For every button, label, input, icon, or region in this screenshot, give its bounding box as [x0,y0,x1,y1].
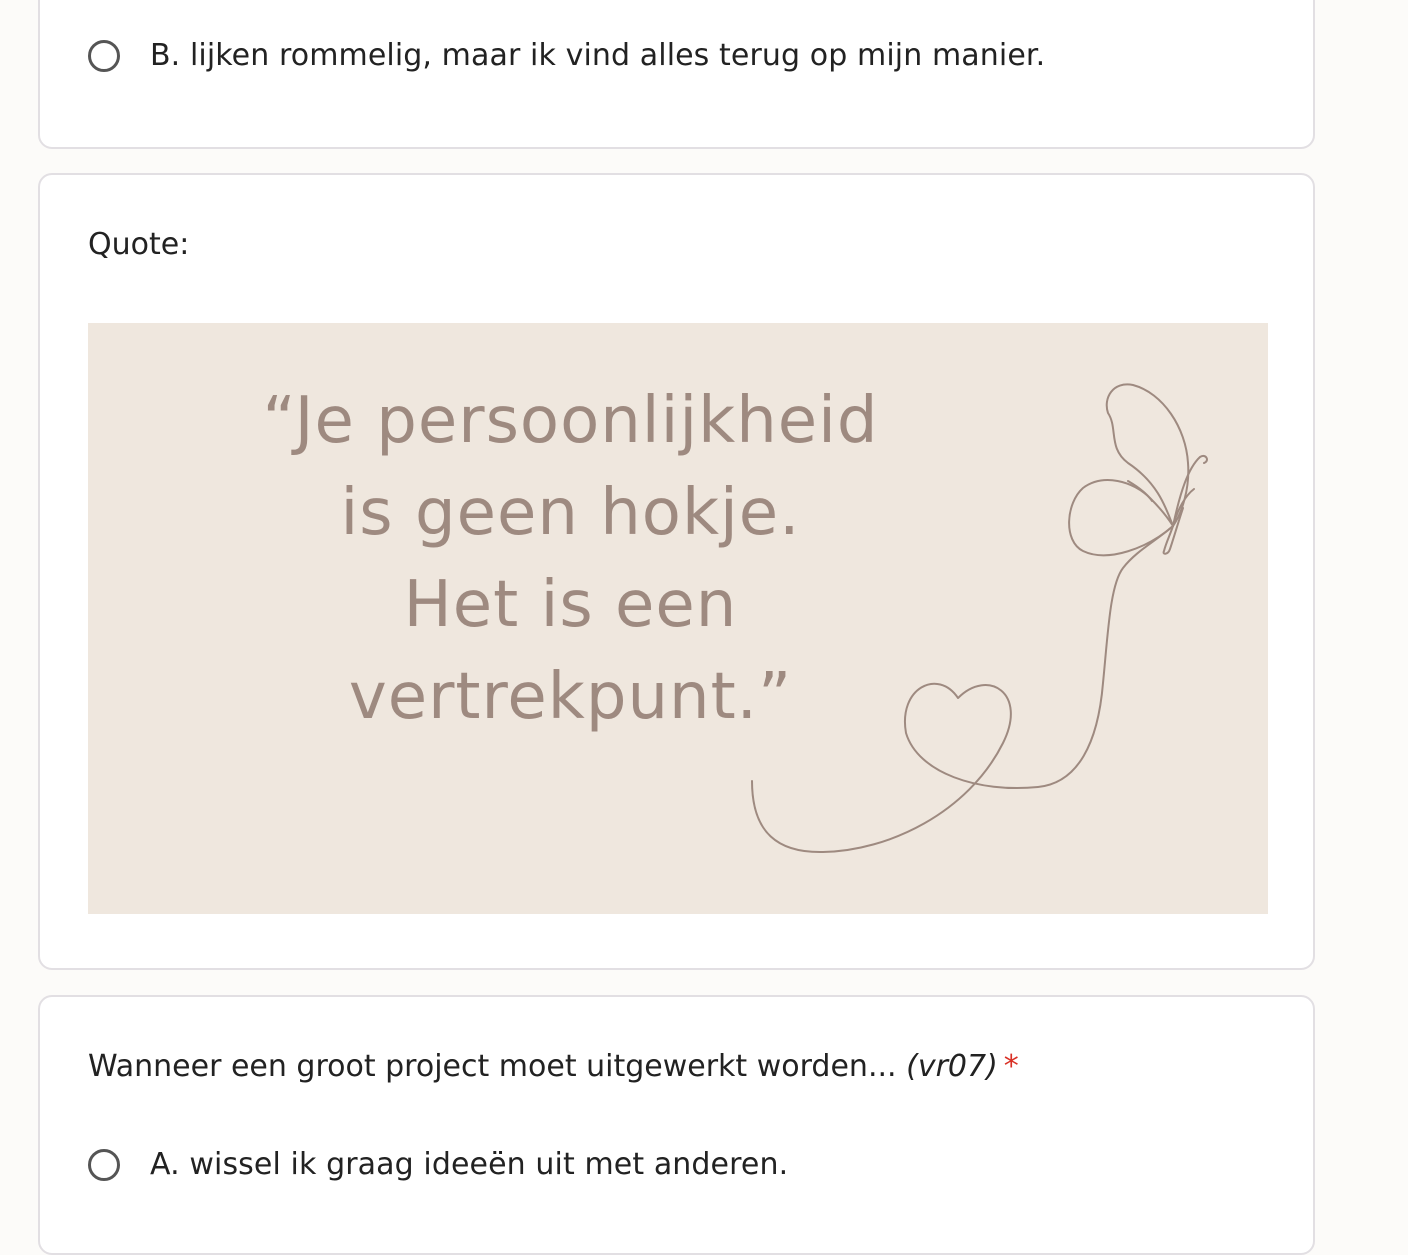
quote-line: is geen hokje. [340,476,801,550]
option-label: A. wissel ik graag ideeën uit met andere… [150,1147,789,1182]
required-asterisk: * [1003,1049,1019,1084]
quote-text: “Je persoonlijkheid is geen hokje. Het i… [88,375,1053,743]
radio-button-icon[interactable] [88,1148,120,1181]
quote-image: “Je persoonlijkheid is geen hokje. Het i… [88,323,1268,914]
quote-line: Het is een [403,568,738,642]
quote-card: Quote: “Je persoonlijkheid is geen hokje… [38,173,1315,970]
question-text: Wanneer een groot project moet uitgewerk… [88,1049,897,1084]
option-a[interactable]: A. wissel ik graag ideeën uit met andere… [88,1147,788,1182]
quote-line: “Je persoonlijkheid [262,384,879,458]
question-code: (vr07) [906,1049,998,1084]
quote-section-title: Quote: [88,227,190,262]
option-b[interactable]: B. lijken rommelig, maar ik vind alles t… [88,38,1045,73]
question-title: Wanneer een groot project moet uitgewerk… [88,1049,1019,1084]
option-label: B. lijken rommelig, maar ik vind alles t… [150,38,1046,73]
quote-line: vertrekpunt.” [348,660,793,734]
question-card-previous: B. lijken rommelig, maar ik vind alles t… [38,0,1315,149]
question-card-vr07: Wanneer een groot project moet uitgewerk… [38,995,1315,1255]
radio-button-icon[interactable] [88,39,120,72]
